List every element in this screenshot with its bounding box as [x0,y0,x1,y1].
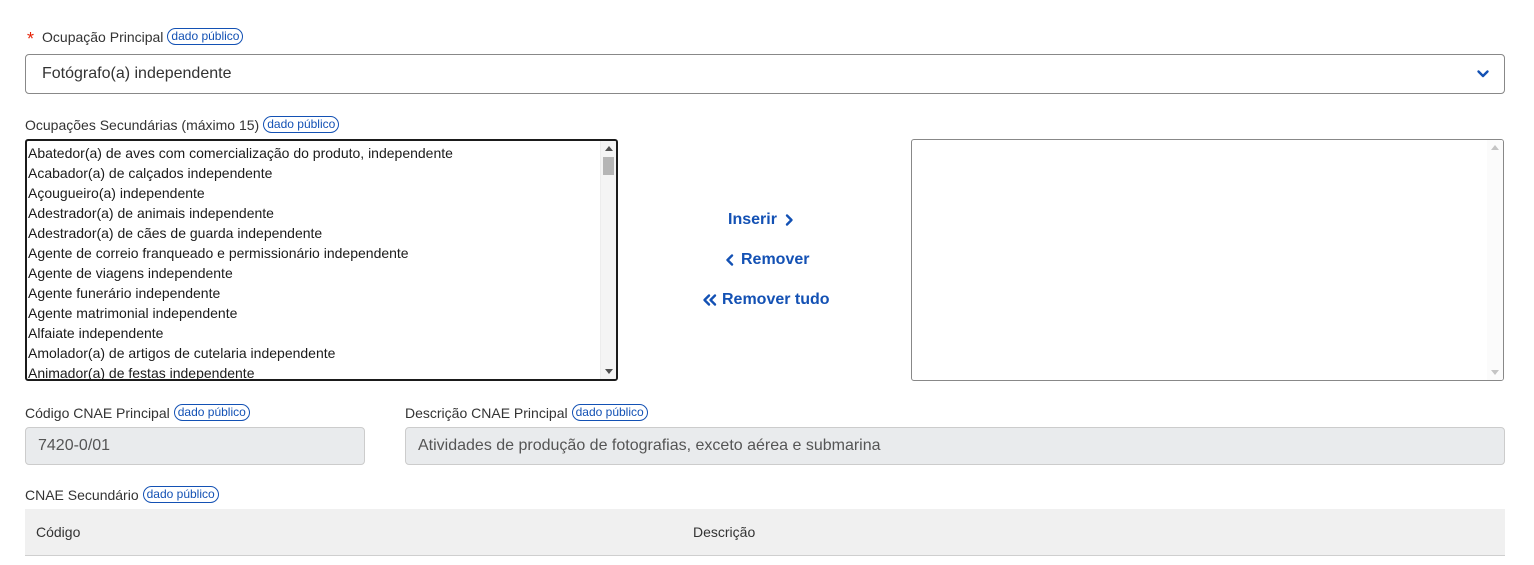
codigo-cnae-principal-value: 7420-0/01 [38,437,111,454]
ocupacoes-secundarias-label-row: Ocupações Secundárias (máximo 15) dado p… [25,116,340,133]
chevron-down-icon [1477,70,1489,78]
ocupacoes-selecionadas-listbox[interactable] [911,139,1504,381]
double-chevron-left-icon [703,294,717,306]
codigo-cnae-principal-label: Código CNAE Principal [25,404,170,421]
list-item[interactable]: Abatedor(a) de aves com comercialização … [27,143,616,163]
cnae-secundario-table: Código Descrição [25,509,1505,556]
remover-tudo-label: Remover tudo [722,291,830,308]
ocupacao-principal-value: Fotógrafo(a) independente [42,65,232,82]
cnae-secundario-label-row: CNAE Secundário dado público [25,486,219,503]
column-header-codigo: Código [36,524,81,540]
list-item[interactable]: Acabador(a) de calçados independente [27,163,616,183]
list-item[interactable]: Agente de viagens independente [27,263,616,283]
chevron-left-icon [726,254,734,266]
dado-publico-badge: dado público [167,28,244,45]
list-item[interactable]: Agente funerário independente [27,283,616,303]
remover-button[interactable]: Remover [722,251,809,269]
list-item[interactable]: Açougueiro(a) independente [27,183,616,203]
inserir-label: Inserir [728,211,777,228]
required-asterisk: * [27,28,35,49]
remover-label: Remover [741,251,810,268]
ocupacoes-disponiveis-list: Abatedor(a) de aves com comercialização … [27,141,616,379]
ocupacao-principal-select[interactable]: Fotógrafo(a) independente [25,54,1505,94]
chevron-right-icon [785,214,793,226]
list-item[interactable]: Animador(a) de festas independente [27,363,616,379]
dado-publico-badge: dado público [571,404,648,421]
scroll-up-icon[interactable] [605,146,613,151]
dado-publico-badge: dado público [263,116,340,133]
scroll-down-icon[interactable] [605,369,613,374]
dado-publico-badge: dado público [142,486,219,503]
cnae-secundario-label: CNAE Secundário [25,486,139,503]
descricao-cnae-principal-label: Descrição CNAE Principal [405,404,568,421]
descricao-cnae-principal-label-row: Descrição CNAE Principal dado público [405,404,648,421]
ocupacao-principal-label: Ocupação Principal [42,28,164,45]
ocupacoes-secundarias-label: Ocupações Secundárias (máximo 15) [25,116,260,133]
scroll-down-icon[interactable] [1491,370,1499,375]
descricao-cnae-principal-field: Atividades de produção de fotografias, e… [405,427,1505,465]
ocupacao-principal-label-row: * Ocupação Principal dado público [27,28,244,49]
list-item[interactable]: Alfaiate independente [27,323,616,343]
codigo-cnae-principal-label-row: Código CNAE Principal dado público [25,404,250,421]
list-item[interactable]: Adestrador(a) de animais independente [27,203,616,223]
inserir-button[interactable]: Inserir [728,211,797,229]
scroll-up-icon[interactable] [1491,145,1499,150]
list-item[interactable]: Agente matrimonial independente [27,303,616,323]
dado-publico-badge: dado público [173,404,250,421]
remover-tudo-button[interactable]: Remover tudo [701,291,830,309]
listbox-scrollbar[interactable] [600,141,616,379]
list-item[interactable]: Agente de correio franqueado e permissio… [27,243,616,263]
scrollbar-thumb[interactable] [603,157,614,175]
list-item[interactable]: Adestrador(a) de cães de guarda independ… [27,223,616,243]
codigo-cnae-principal-field: 7420-0/01 [25,427,365,465]
listbox-scrollbar[interactable] [1487,140,1503,380]
column-header-descricao: Descrição [693,524,756,540]
descricao-cnae-principal-value: Atividades de produção de fotografias, e… [418,437,881,454]
ocupacoes-disponiveis-listbox[interactable]: Abatedor(a) de aves com comercialização … [25,139,618,381]
list-item[interactable]: Amolador(a) de artigos de cutelaria inde… [27,343,616,363]
